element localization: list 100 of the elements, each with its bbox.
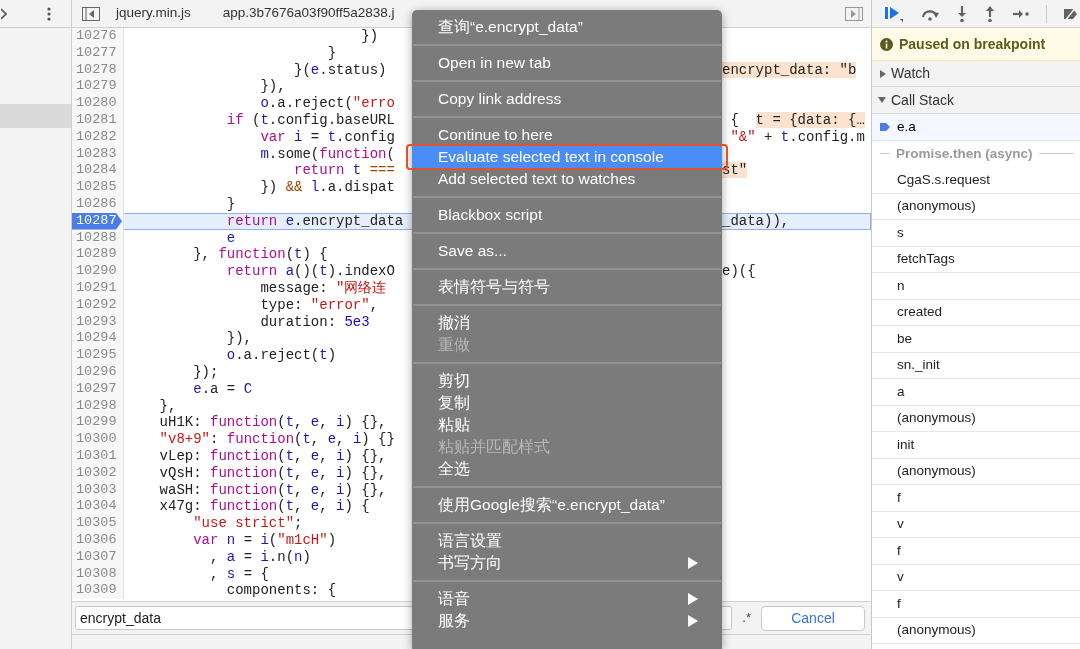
- code-line: return a()(t).indexO: [225, 263, 395, 280]
- call-stack-header[interactable]: Call Stack: [872, 87, 1080, 114]
- line-number[interactable]: 10300: [72, 431, 122, 448]
- code-line: message: "网络连: [259, 279, 387, 296]
- code-fragment: { t = {data: {…: [729, 112, 865, 128]
- menu-item[interactable]: Copy link address: [412, 88, 722, 110]
- line-number[interactable]: 10299: [72, 414, 122, 432]
- call-stack-frame[interactable]: f: [872, 538, 1080, 565]
- step-into-icon[interactable]: [956, 4, 968, 23]
- menu-item[interactable]: 粘贴: [412, 414, 722, 436]
- line-number[interactable]: 10276: [72, 28, 122, 45]
- more-icon[interactable]: [47, 6, 51, 21]
- menu-item[interactable]: 查询“e.encrypt_data”: [412, 16, 722, 38]
- code-line: m.some(function(: [259, 145, 395, 162]
- code-line: });: [192, 363, 219, 380]
- menu-item[interactable]: 书写方向: [412, 552, 722, 574]
- line-number[interactable]: 10288: [72, 229, 122, 247]
- resume-icon[interactable]: [884, 4, 904, 23]
- menu-item[interactable]: 撤消: [412, 312, 722, 334]
- call-stack-frame[interactable]: v: [872, 511, 1080, 538]
- code-fragment: e)({: [722, 263, 756, 280]
- line-number[interactable]: 10304: [72, 498, 122, 516]
- line-number[interactable]: 10282: [72, 128, 122, 146]
- menu-item[interactable]: Evaluate selected text in console: [412, 146, 722, 168]
- call-stack-frame[interactable]: a: [872, 379, 1080, 406]
- line-number[interactable]: 10293: [72, 313, 122, 331]
- menu-item[interactable]: 全选: [412, 458, 722, 480]
- code-line: e: [225, 229, 236, 246]
- line-number[interactable]: 10290: [72, 263, 122, 280]
- file-tab[interactable]: app.3b7676a03f90ff5a2838.j: [222, 3, 395, 24]
- menu-item[interactable]: 表情符号与符号: [412, 276, 722, 298]
- line-number[interactable]: 10284: [72, 162, 122, 180]
- line-number[interactable]: 10308: [72, 565, 122, 583]
- call-stack-frame[interactable]: f: [872, 485, 1080, 512]
- line-number[interactable]: 10301: [72, 447, 122, 465]
- line-number[interactable]: 10294: [72, 330, 122, 348]
- call-stack-frame[interactable]: (anonymous): [872, 458, 1080, 485]
- code-line: },: [158, 397, 177, 414]
- code-line: , a = i.n(n): [209, 548, 311, 565]
- line-number[interactable]: 10277: [72, 44, 122, 62]
- call-stack-frame[interactable]: (anonymous): [872, 193, 1080, 220]
- call-stack-frame[interactable]: s: [872, 220, 1080, 247]
- call-stack-frame[interactable]: (anonymous): [872, 405, 1080, 432]
- watch-header[interactable]: Watch: [872, 61, 1080, 87]
- line-number[interactable]: 10303: [72, 481, 122, 499]
- call-stack-frame[interactable]: e.a: [872, 114, 1080, 141]
- menu-item[interactable]: 复制: [412, 392, 722, 414]
- line-number[interactable]: 10302: [72, 464, 122, 482]
- line-number[interactable]: 10279: [72, 78, 122, 96]
- line-number[interactable]: 10286: [72, 195, 122, 213]
- file-tab[interactable]: jquery.min.js: [116, 3, 191, 24]
- call-stack-frame[interactable]: f: [872, 591, 1080, 618]
- code-line: return t ===: [293, 162, 395, 179]
- call-stack-frame[interactable]: fetchTags: [872, 246, 1080, 273]
- line-number[interactable]: 10297: [72, 380, 122, 398]
- line-number[interactable]: 10292: [72, 296, 122, 314]
- call-stack-frame[interactable]: n: [872, 273, 1080, 300]
- code-line: }: [225, 195, 236, 212]
- menu-item[interactable]: 剪切: [412, 370, 722, 392]
- panel-toggle-icon[interactable]: [845, 6, 863, 21]
- line-number[interactable]: 10291: [72, 279, 122, 297]
- line-number[interactable]: 10289: [72, 246, 122, 264]
- step-icon[interactable]: [1012, 7, 1030, 20]
- call-stack-frame[interactable]: init: [872, 432, 1080, 459]
- menu-item[interactable]: Save as...: [412, 240, 722, 262]
- sidebar-toggle-icon[interactable]: [82, 6, 100, 21]
- line-number[interactable]: 10295: [72, 347, 122, 364]
- cancel-button[interactable]: Cancel: [761, 605, 865, 631]
- regex-toggle[interactable]: .*: [742, 608, 751, 628]
- line-number[interactable]: 10283: [72, 145, 122, 163]
- call-stack-frame[interactable]: v: [872, 564, 1080, 591]
- menu-item[interactable]: Continue to here: [412, 124, 722, 146]
- code-line: if (t.config.baseURL: [225, 112, 395, 128]
- call-stack-frame[interactable]: (anonymous): [872, 617, 1080, 644]
- menu-item[interactable]: 服务: [412, 610, 722, 632]
- chevron-icon[interactable]: [1, 7, 7, 20]
- current-frame-arrow-icon: [879, 121, 890, 132]
- line-number[interactable]: 10306: [72, 531, 122, 549]
- code-line: }),: [259, 78, 286, 95]
- call-stack-frame[interactable]: sn._init: [872, 352, 1080, 379]
- menu-item[interactable]: Add selected text to watches: [412, 168, 722, 190]
- call-stack-frame[interactable]: be: [872, 326, 1080, 353]
- step-out-icon[interactable]: [984, 4, 996, 23]
- line-number[interactable]: 10285: [72, 179, 122, 196]
- line-number[interactable]: 10296: [72, 363, 122, 381]
- call-stack-frame[interactable]: CgaS.s.request: [872, 167, 1080, 194]
- menu-item[interactable]: 使用Google搜索“e.encrypt_data”: [412, 494, 722, 516]
- code-line: vLep: function(t, e, i) {},: [158, 447, 387, 464]
- line-number[interactable]: 10298: [72, 397, 122, 415]
- call-stack-frame[interactable]: created: [872, 299, 1080, 326]
- line-number[interactable]: 10305: [72, 515, 122, 532]
- line-number[interactable]: 10307: [72, 548, 122, 566]
- line-number[interactable]: 10309: [72, 582, 122, 600]
- line-number[interactable]: 10280: [72, 95, 122, 112]
- line-number[interactable]: 10281: [72, 112, 122, 129]
- menu-item[interactable]: Blackbox script: [412, 204, 722, 226]
- info-icon: [880, 38, 893, 51]
- menu-item[interactable]: Open in new tab: [412, 52, 722, 74]
- menu-item[interactable]: 语言设置: [412, 530, 722, 552]
- line-number[interactable]: 10278: [72, 61, 122, 79]
